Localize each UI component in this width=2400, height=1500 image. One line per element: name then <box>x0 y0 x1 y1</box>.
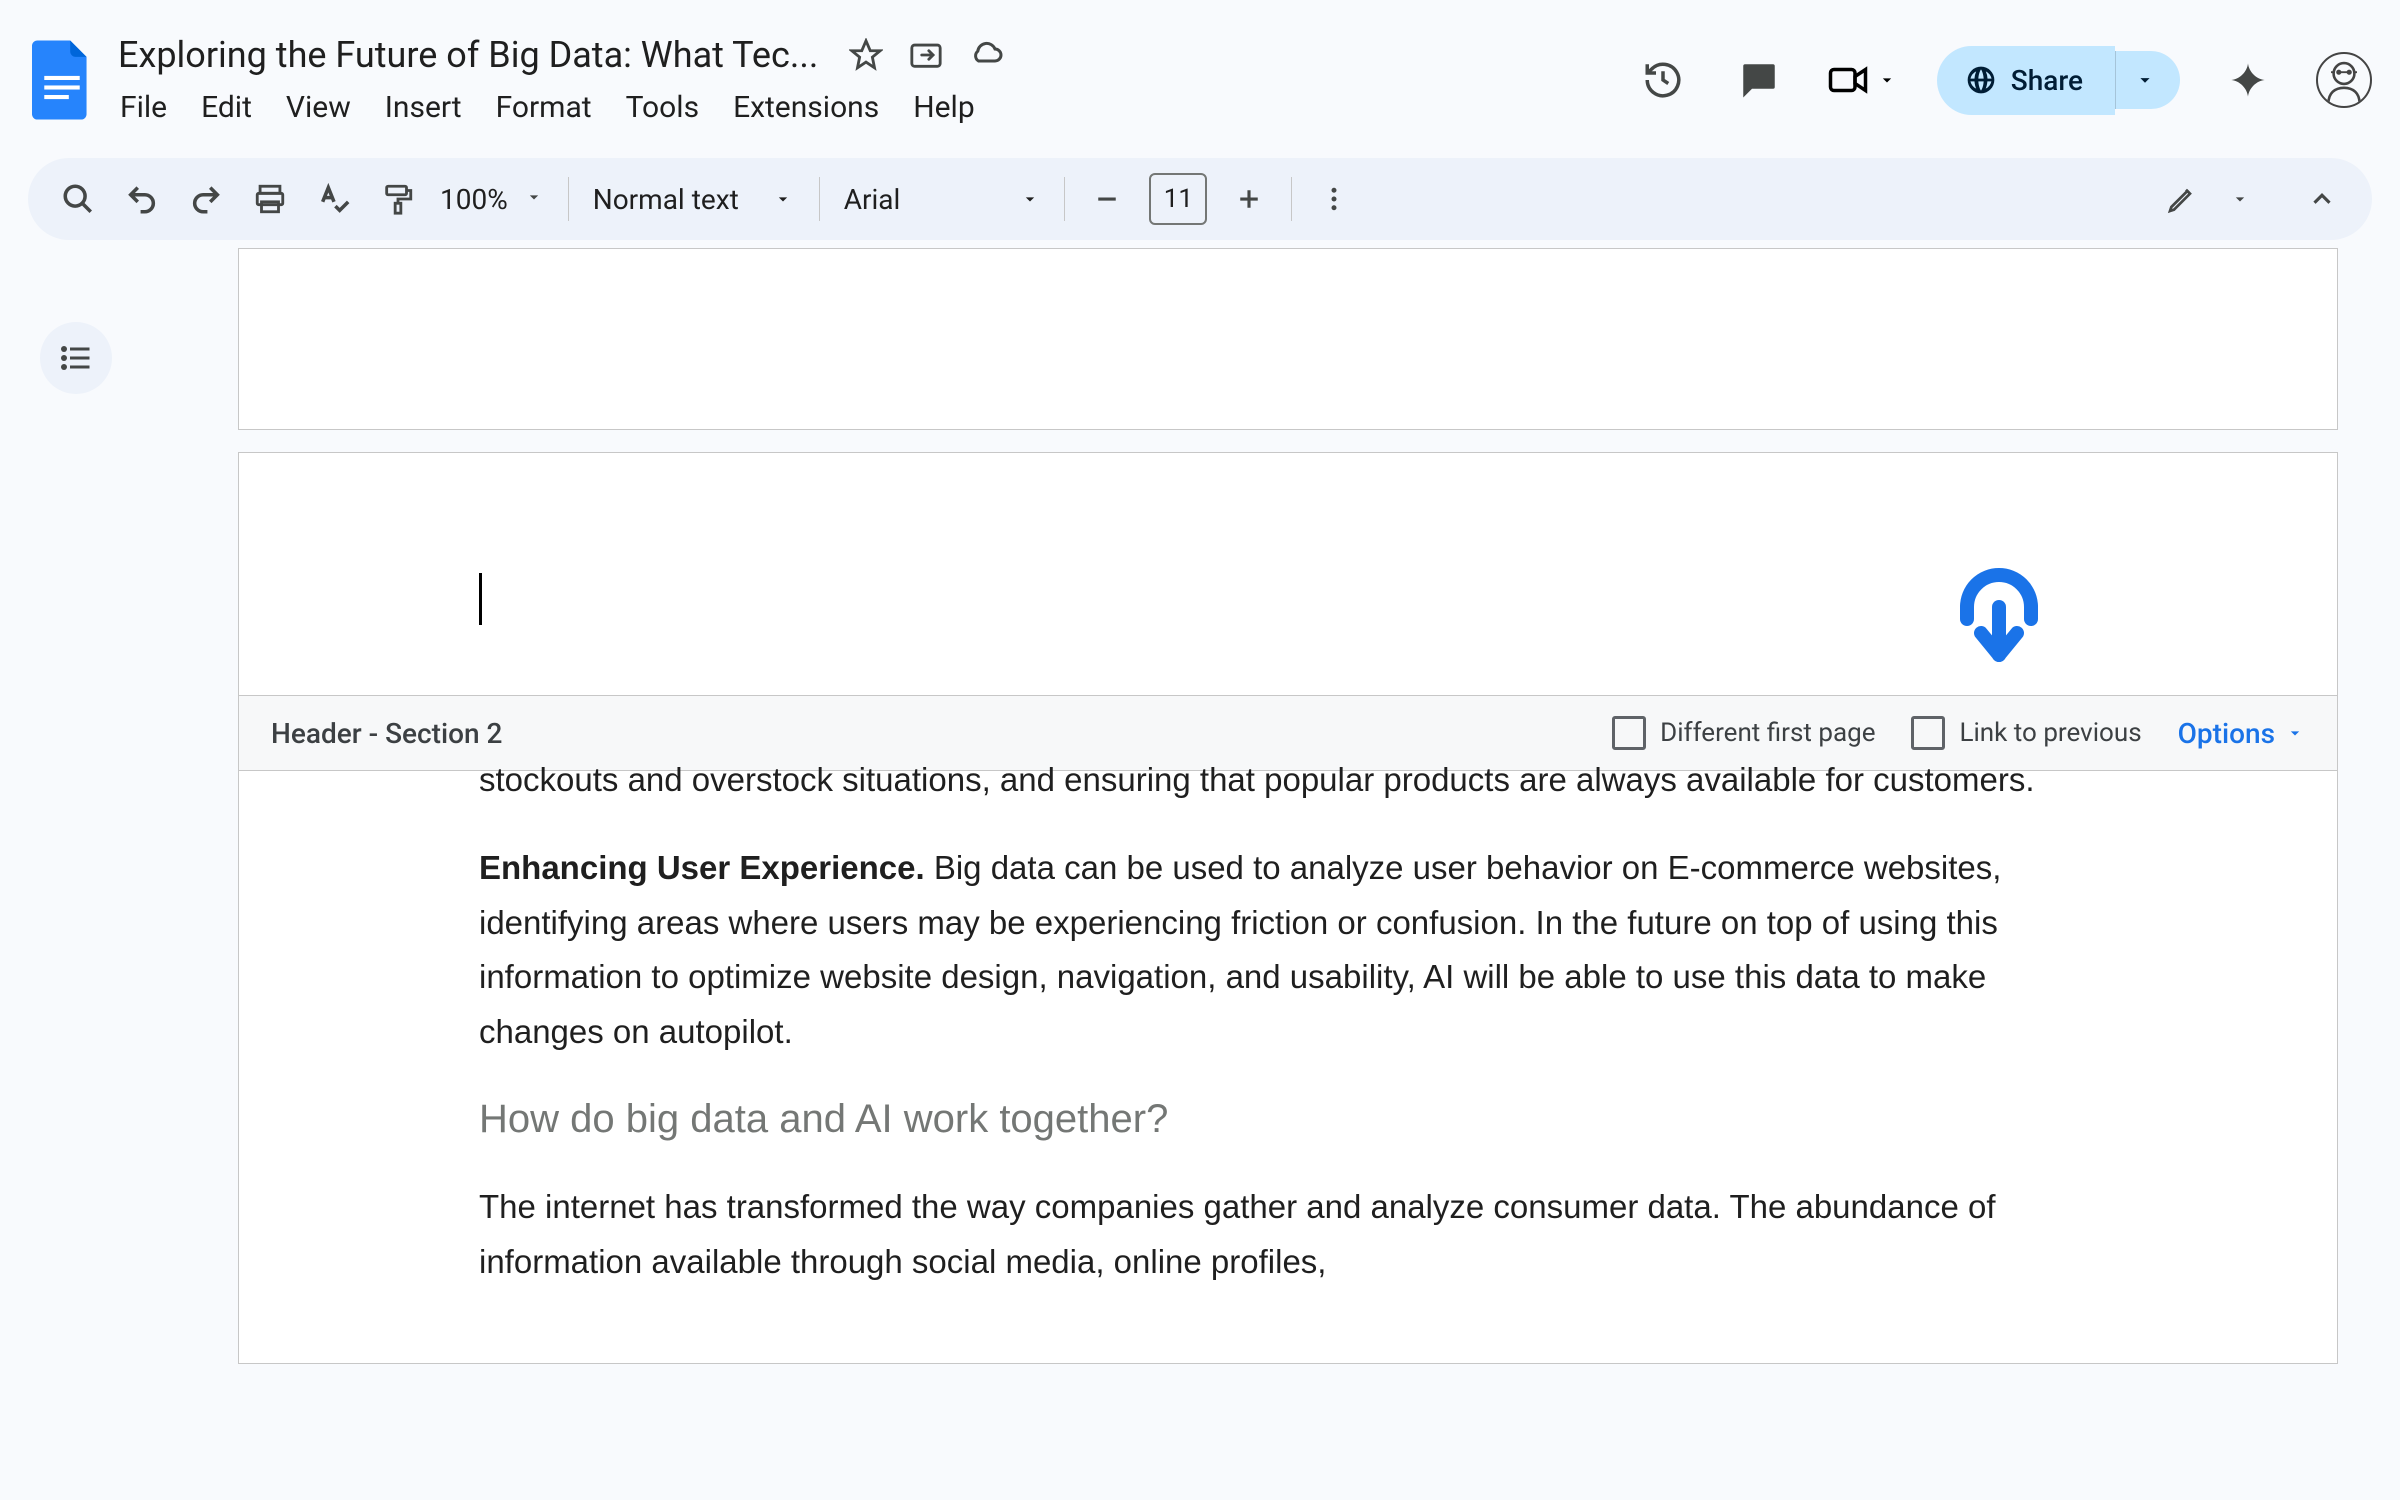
page-header-region[interactable] <box>239 453 2337 695</box>
undo-icon[interactable] <box>116 173 168 225</box>
menu-insert[interactable]: Insert <box>369 84 478 131</box>
checkbox-link-to-previous[interactable]: Link to previous <box>1911 716 2141 750</box>
search-icon[interactable] <box>52 173 104 225</box>
menu-file[interactable]: File <box>104 84 183 131</box>
menu-tools[interactable]: Tools <box>610 84 715 131</box>
star-icon[interactable] <box>848 37 884 73</box>
menu-help[interactable]: Help <box>897 84 990 131</box>
paragraph[interactable]: The internet has transformed the way com… <box>479 1180 2097 1289</box>
redo-icon[interactable] <box>180 173 232 225</box>
chevron-down-icon <box>1877 70 1897 90</box>
text-cursor <box>479 573 482 625</box>
chevron-down-icon <box>2285 723 2305 743</box>
share-label: Share <box>2011 64 2083 97</box>
increase-font-icon[interactable] <box>1223 173 1275 225</box>
outline-toggle-icon[interactable] <box>40 322 112 394</box>
spellcheck-icon[interactable] <box>308 173 360 225</box>
share-dropdown[interactable] <box>2115 51 2180 109</box>
checkbox-icon <box>1911 716 1945 750</box>
paint-format-icon[interactable] <box>372 173 424 225</box>
page-previous[interactable] <box>238 248 2338 430</box>
font-size-input[interactable]: 11 <box>1149 173 1207 225</box>
chevron-down-icon <box>1020 189 1040 209</box>
move-icon[interactable] <box>908 37 944 73</box>
meet-button[interactable] <box>1827 59 1897 101</box>
chevron-down-icon <box>2134 69 2156 91</box>
menu-format[interactable]: Format <box>480 84 608 131</box>
editing-mode-icon[interactable] <box>2156 173 2208 225</box>
collapse-toolbar-icon[interactable] <box>2296 173 2348 225</box>
globe-icon <box>1965 64 1997 96</box>
checkbox-different-first-page[interactable]: Different first page <box>1612 716 1875 750</box>
paragraph[interactable]: stockouts and overstock situations, and … <box>479 753 2097 807</box>
document-body[interactable]: stockouts and overstock situations, and … <box>239 753 2337 1363</box>
document-title[interactable]: Exploring the Future of Big Data: What T… <box>110 30 826 80</box>
zoom-select[interactable]: 100% <box>430 183 518 216</box>
paragraph[interactable]: Enhancing User Experience. Big data can … <box>479 841 2097 1059</box>
toolbar: 100% Normal text Arial 11 <box>28 158 2372 240</box>
share-button[interactable]: Share <box>1937 46 2115 115</box>
font-select[interactable]: Arial <box>830 183 1055 216</box>
checkbox-icon <box>1612 716 1646 750</box>
paragraph-style-select[interactable]: Normal text <box>579 183 809 216</box>
header-options-button[interactable]: Options <box>2178 717 2305 750</box>
chevron-down-icon[interactable] <box>524 187 544 211</box>
history-icon[interactable] <box>1635 52 1691 108</box>
chevron-down-icon <box>773 189 793 209</box>
menu-view[interactable]: View <box>270 84 367 131</box>
pointer-hand-icon <box>1939 531 2059 675</box>
section-heading[interactable]: How do big data and AI work together? <box>479 1097 2097 1142</box>
docs-logo[interactable] <box>28 34 96 126</box>
account-avatar[interactable] <box>2316 52 2372 108</box>
header-section-label: Header - Section 2 <box>271 717 502 750</box>
menu-extensions[interactable]: Extensions <box>717 84 895 131</box>
page-current[interactable]: Header - Section 2 Different first page … <box>238 452 2338 1364</box>
chevron-down-icon[interactable] <box>2230 189 2250 209</box>
comments-icon[interactable] <box>1731 52 1787 108</box>
decrease-font-icon[interactable] <box>1081 173 1133 225</box>
print-icon[interactable] <box>244 173 296 225</box>
gemini-icon[interactable] <box>2220 52 2276 108</box>
cloud-status-icon[interactable] <box>968 37 1004 73</box>
more-icon[interactable] <box>1308 173 1360 225</box>
menu-edit[interactable]: Edit <box>185 84 268 131</box>
menubar: File Edit View Insert Format Tools Exten… <box>104 84 1004 131</box>
